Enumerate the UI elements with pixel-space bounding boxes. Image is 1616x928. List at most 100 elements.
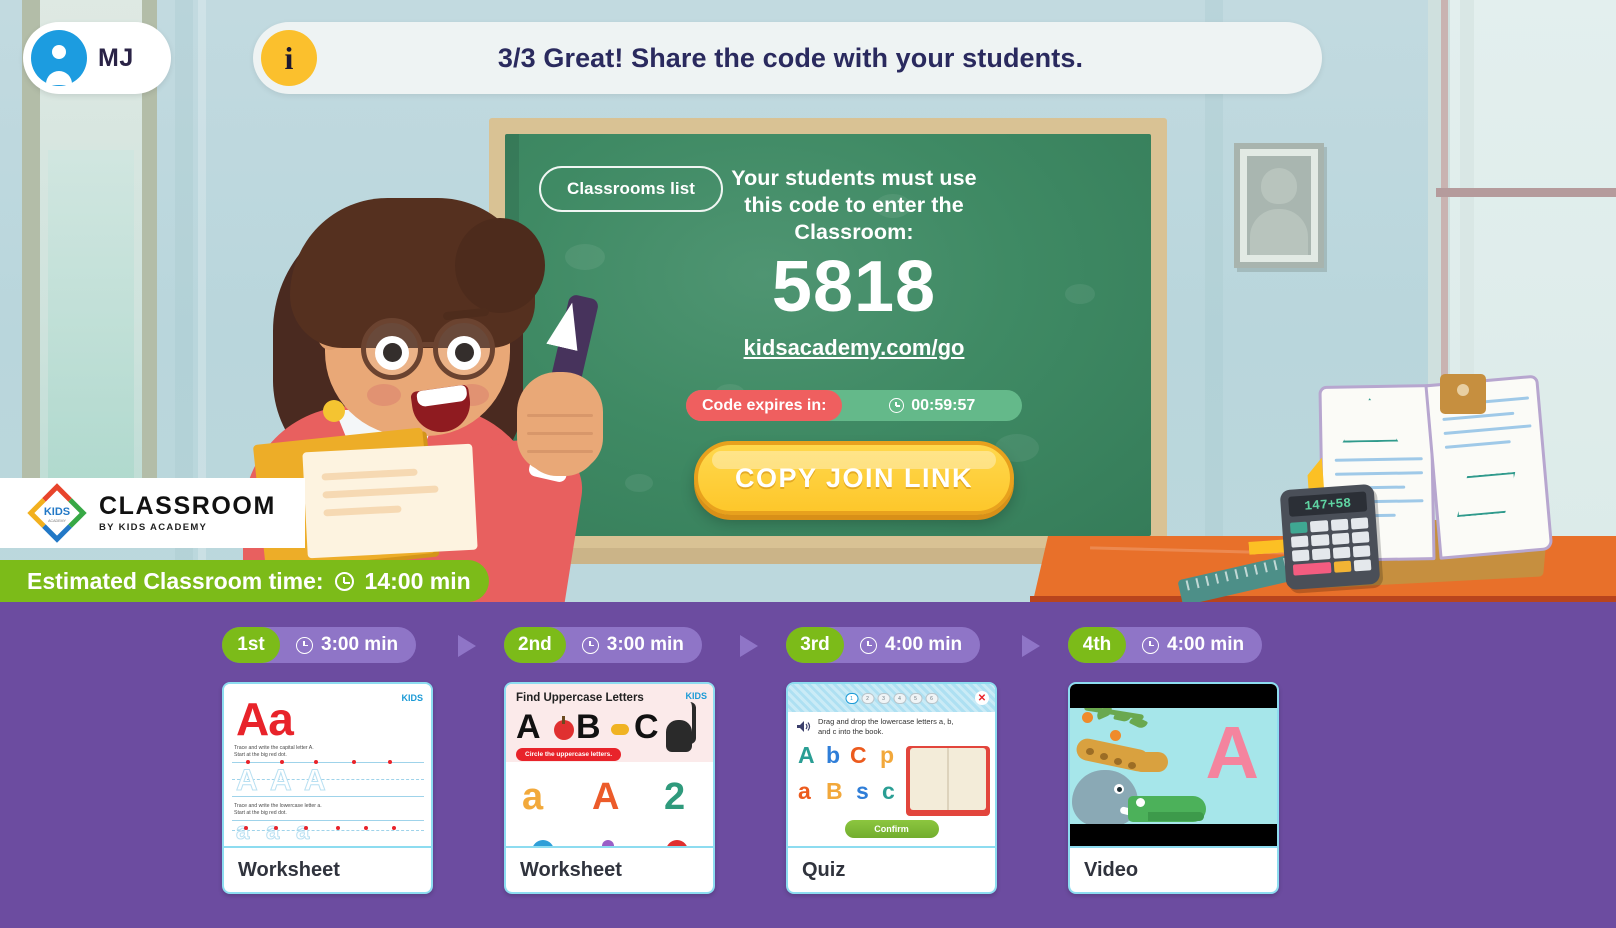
portrait-head [1261,168,1297,204]
quiz-progress-dot: 2 [861,693,874,704]
quiz-progress-dot: 1 [845,693,858,704]
video-letter: A [1205,711,1259,794]
profile-button[interactable]: MJ [23,22,171,94]
calculator-keys [1289,517,1372,576]
step-chip-1: 1st 3:00 min [222,627,417,663]
cat-icon [666,720,692,752]
lesson-card-type: Worksheet [506,846,713,892]
step-ordinal: 4th [1068,627,1126,663]
avatar [31,30,87,86]
close-icon: ✕ [975,691,989,705]
door-glass [48,150,134,530]
step-duration: 3:00 min [581,634,684,656]
book-stand-clip [1440,374,1486,414]
join-url-link[interactable]: kidsacademy.com/go [718,335,990,361]
video-frame: A [1070,708,1277,824]
portrait-body [1250,209,1308,255]
quiz-tile: C [850,742,867,768]
clock-icon [860,636,877,654]
cat-tail-icon [690,702,696,744]
product-logo: KIDS ACADEMY CLASSROOM BY KIDS ACADEMY [0,478,305,548]
lesson-thumbnail-video: A [1070,684,1277,848]
teacher-cheek-left [367,384,401,406]
apple-stem-icon [562,716,565,724]
step-duration: 4:00 min [1142,634,1244,656]
classroom-app: Classrooms list Your students must use t… [0,0,1616,928]
lesson-card-type: Quiz [788,846,995,892]
worksheet-letter-B: B [576,708,601,746]
quiz-instruction: Drag and drop the lowercase letters a, b… [818,717,954,736]
step-duration-value: 3:00 min [321,634,399,655]
step-ordinal: 2nd [504,627,566,663]
finger-crease [527,432,593,435]
step-duration: 4:00 min [860,634,962,656]
step-arrow-icon [740,635,758,657]
code-expiry-pill: Code expires in: 00:59:57 [686,390,1022,421]
calculator-display: 147+58 [1288,491,1368,517]
clock-icon [296,636,313,654]
worksheet-heading: Aa [236,693,294,745]
worksheet-choice: 2 [664,776,686,818]
teacher-glasses-left [361,318,423,380]
step-arrow-icon [1022,635,1040,657]
clock-icon [334,571,354,591]
status-banner: i 3/3 Great! Share the code with your st… [253,22,1322,94]
lesson-card-2[interactable]: Find Uppercase Letters KIDS A B C Circle… [504,682,715,894]
speaker-icon [796,720,812,733]
step-duration-value: 4:00 min [885,634,963,655]
code-expiry-countdown: 00:59:57 [842,397,1022,415]
step-arrow-icon [458,635,476,657]
svg-text:KIDS: KIDS [44,506,70,518]
lesson-card-4[interactable]: A Video [1068,682,1279,894]
step-ordinal: 1st [222,627,280,663]
step-chip-3: 3rd 4:00 min [786,627,981,663]
quiz-book-illustration [906,746,990,816]
quiz-tile: s [856,778,869,804]
step-chip-4: 4th 4:00 min [1068,627,1263,663]
lesson-card-3[interactable]: 1 2 3 4 5 6 ✕ Drag and drop the lowercas… [786,682,997,894]
step-chip-2: 2nd 3:00 min [504,627,702,663]
worksheet-letter-A: A [516,708,541,746]
kids-academy-diamond-icon: KIDS ACADEMY [27,483,87,543]
code-instruction-text: Your students must use this code to ente… [731,166,977,244]
logo-subtitle: BY KIDS ACADEMY [99,521,208,533]
finger-crease [527,414,593,417]
lesson-card-1[interactable]: Aa KIDS Trace and write the capital lett… [222,682,433,894]
banner-message: 3/3 Great! Share the code with your stud… [497,42,1084,73]
quiz-progress-dots: 1 2 3 4 5 6 [845,693,938,704]
info-icon: i [261,30,317,86]
worksheet-choice: a [522,776,544,818]
step-duration: 3:00 min [296,634,398,656]
teacher-fingers [523,394,599,476]
step-duration-value: 3:00 min [606,634,684,655]
countdown-value: 00:59:57 [911,396,976,414]
profile-initials: MJ [98,43,134,72]
clock-icon [1142,636,1159,654]
quiz-tile: B [826,778,843,804]
worksheet-letter-C: C [634,708,659,746]
wall-picture-frame [1234,143,1324,268]
logo-wordmark: CLASSROOM BY KIDS ACADEMY [99,493,276,533]
quiz-tile: A [798,742,815,768]
worksheet-instruction-line: Start at the big red dot. [234,810,287,816]
teacher-earring [323,400,345,422]
copy-join-link-button[interactable]: COPY JOIN LINK [694,441,1014,515]
teacher-glasses-bridge [421,342,437,347]
worksheet-choice: A [592,776,620,818]
clock-icon [889,398,905,413]
estimated-time-label: Estimated Classroom time: [27,567,324,594]
estimated-classroom-time-bar: Estimated Classroom time: 14:00 min [0,560,489,602]
lesson-card-type: Worksheet [224,846,431,892]
quiz-confirm-button: Confirm [844,820,939,838]
lesson-thumbnail-worksheet-trace: Aa KIDS Trace and write the capital lett… [224,684,431,848]
code-expires-label: Code expires in: [686,390,843,421]
svg-text:ACADEMY: ACADEMY [48,519,66,523]
window-mullion-horizontal [1436,188,1616,197]
quiz-progress-dot: 3 [877,693,890,704]
lesson-card-type: Video [1070,846,1277,892]
worksheet-instruction-line: Trace and write the capital letter A. [234,745,314,751]
teacher-glasses-right [433,318,495,380]
quiz-progress-dot: 4 [893,693,906,704]
quiz-tile: p [880,742,895,768]
giraffe-head [1132,752,1168,772]
